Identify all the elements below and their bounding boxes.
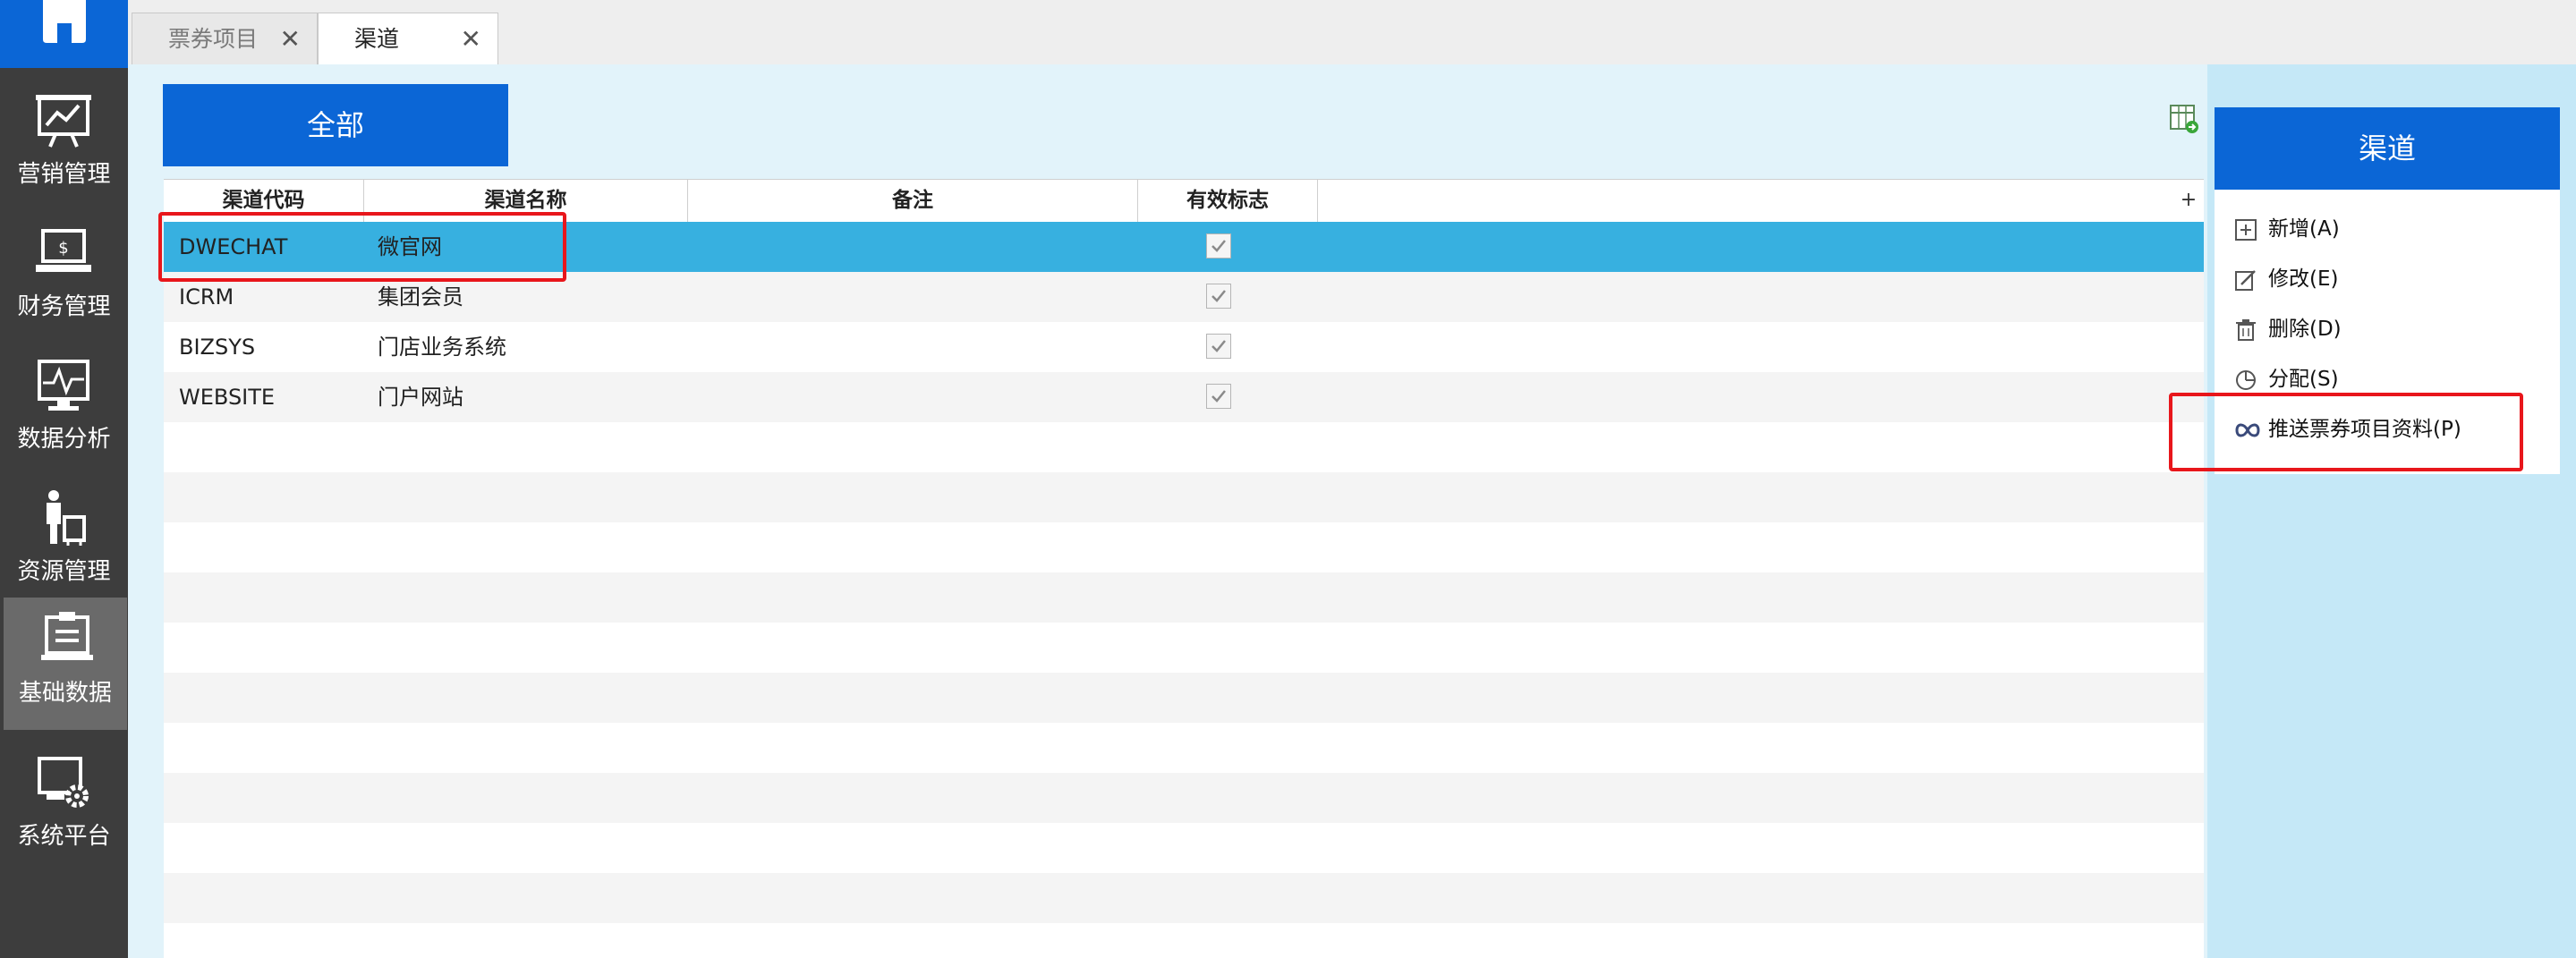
svg-text:$: $ <box>58 239 68 258</box>
empty-row <box>164 773 2204 823</box>
close-icon[interactable]: ✕ <box>280 13 301 65</box>
empty-row <box>164 623 2204 673</box>
action-label: 删除(D) <box>2268 318 2342 341</box>
empty-row <box>164 572 2204 623</box>
empty-row <box>164 873 2204 923</box>
sidebar-item-label: 营销管理 <box>17 161 111 188</box>
sidebar-item-data-analysis[interactable]: 数据分析 <box>0 343 128 476</box>
app-logo[interactable] <box>0 0 128 68</box>
valid-checkbox[interactable] <box>1206 284 1231 309</box>
empty-row <box>164 472 2204 522</box>
resource-person-icon <box>47 490 86 546</box>
cell-code: BIZSYS <box>179 335 256 360</box>
add-icon <box>2235 219 2257 241</box>
sidebar: 营销管理 $ 财务管理 数据分析 资源管理 基础数据 系统平台 <box>0 0 128 958</box>
assign-pie-icon <box>2236 370 2256 390</box>
sidebar-item-label: 基础数据 <box>18 680 112 707</box>
sidebar-item-system[interactable]: 系统平台 <box>0 741 128 873</box>
valid-checkbox[interactable] <box>1206 334 1231 359</box>
sidebar-item-label: 资源管理 <box>17 558 111 585</box>
valid-checkbox[interactable] <box>1206 233 1231 259</box>
marketing-chart-icon <box>36 95 91 148</box>
action-panel: 渠道 新增(A) 修改(E) 删除(D) 分配(S) 推送票券项目资料(P) <box>2207 64 2576 958</box>
empty-row <box>164 823 2204 873</box>
sidebar-item-label: 数据分析 <box>17 426 111 453</box>
action-label: 新增(A) <box>2268 217 2340 241</box>
checkmark-icon <box>1211 290 1226 302</box>
empty-row <box>164 522 2204 572</box>
highlight-selected-row <box>158 212 566 282</box>
panel-title: 渠道 <box>2215 107 2560 190</box>
empty-row <box>164 422 2204 472</box>
sidebar-item-marketing[interactable]: 营销管理 <box>0 79 128 211</box>
valid-checkbox[interactable] <box>1206 384 1231 409</box>
tab-ticket-project[interactable]: 票券项目 ✕ <box>132 13 318 65</box>
basic-data-clipboard-icon <box>41 612 93 660</box>
home-logo-icon <box>43 0 86 43</box>
cell-name: 门店业务系统 <box>378 335 506 360</box>
action-label: 修改(E) <box>2268 267 2339 291</box>
empty-row <box>164 923 2204 958</box>
tab-channel[interactable]: 渠道 ✕ <box>318 13 498 67</box>
cell-code: WEBSITE <box>179 385 276 410</box>
main-content: 全部 渠道代码 渠道名称 备注 有效标志 + DWECHAT 微官网 ICRM … <box>128 64 2207 958</box>
tab-bar: 票券项目 ✕ 渠道 ✕ <box>128 0 2576 67</box>
table-row[interactable]: BIZSYS 门店业务系统 <box>164 322 2204 372</box>
highlight-push-action <box>2169 393 2523 471</box>
all-filter-button[interactable]: 全部 <box>163 84 508 166</box>
checkmark-icon <box>1211 390 1226 403</box>
finance-laptop-icon: $ <box>36 229 91 272</box>
checkmark-icon <box>1211 340 1226 352</box>
system-gear-icon <box>38 757 89 808</box>
sidebar-item-label: 财务管理 <box>17 293 111 320</box>
action-label: 分配(S) <box>2268 368 2339 391</box>
column-header-valid[interactable]: 有效标志 <box>1138 180 1318 222</box>
add-column-icon[interactable]: + <box>2177 189 2200 212</box>
channel-table: 渠道代码 渠道名称 备注 有效标志 + DWECHAT 微官网 ICRM 集团会… <box>164 179 2204 958</box>
tab-label: 渠道 <box>354 26 400 52</box>
delete-icon <box>2236 319 2256 341</box>
empty-row <box>164 673 2204 723</box>
tab-label: 票券项目 <box>168 26 259 52</box>
sidebar-item-basic-data[interactable]: 基础数据 <box>4 598 127 730</box>
empty-row <box>164 723 2204 773</box>
checkmark-icon <box>1211 240 1226 252</box>
sidebar-item-finance[interactable]: $ 财务管理 <box>0 211 128 343</box>
sidebar-item-label: 系统平台 <box>17 823 111 850</box>
close-icon[interactable]: ✕ <box>461 13 481 65</box>
export-excel-icon[interactable] <box>2169 104 2199 134</box>
cell-name: 门户网站 <box>378 385 463 410</box>
column-header-remark[interactable]: 备注 <box>688 180 1138 222</box>
sidebar-item-resource[interactable]: 资源管理 <box>0 476 128 608</box>
edit-icon <box>2235 270 2256 291</box>
data-analysis-icon <box>38 360 89 411</box>
table-row[interactable]: WEBSITE 门户网站 <box>164 372 2204 422</box>
